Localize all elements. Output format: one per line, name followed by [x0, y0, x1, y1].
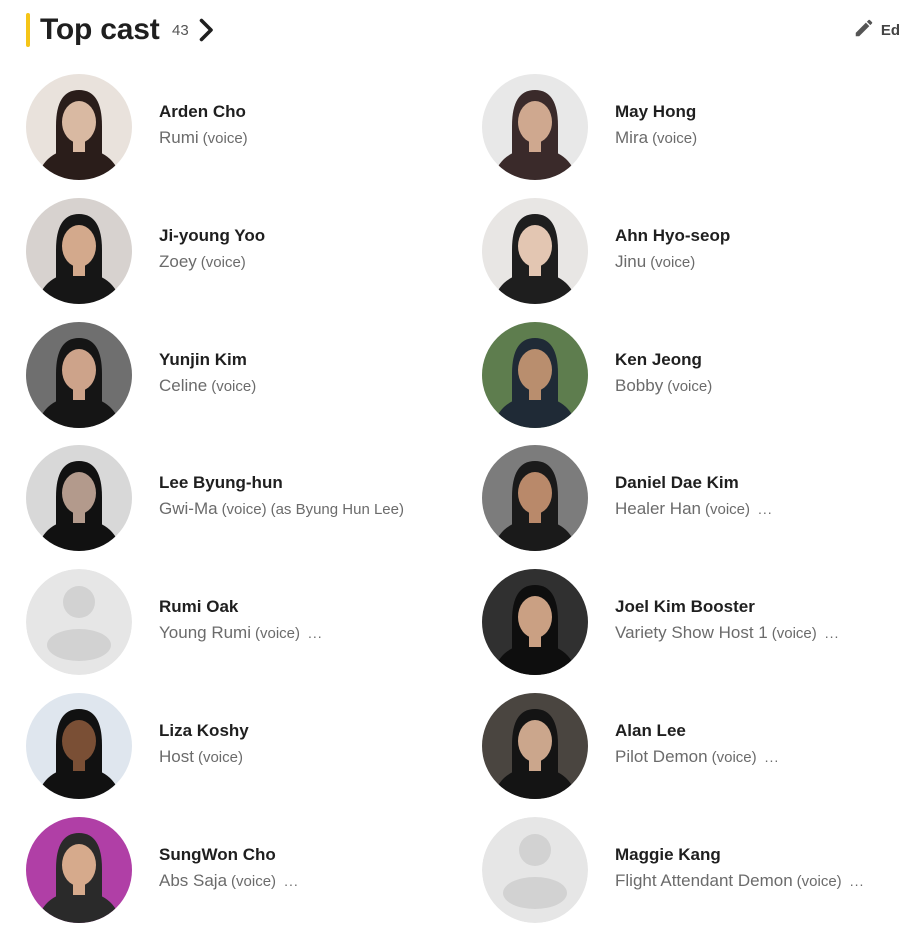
character-name[interactable]: Zoey — [159, 252, 197, 271]
actor-name[interactable]: May Hong — [615, 102, 696, 122]
role-attribute: (voice) — [650, 254, 696, 271]
cast-photo[interactable] — [482, 569, 588, 675]
role-attribute: (voice) — [255, 625, 301, 642]
role-attribute: (voice) — [211, 378, 257, 395]
role-line: Jinu (voice) — [615, 252, 695, 272]
cast-item: Ken Jeong Bobby (voice) — [482, 322, 900, 430]
role-attribute: (voice) — [667, 378, 713, 395]
role-line: Celine (voice) — [159, 376, 256, 396]
character-name[interactable]: Flight Attendant Demon — [615, 871, 793, 890]
edit-label: Ed — [880, 21, 900, 39]
cast-item: Alan Lee Pilot Demon (voice)... — [482, 693, 900, 801]
actor-name[interactable]: Ken Jeong — [615, 350, 702, 370]
character-name[interactable]: Celine — [159, 376, 207, 395]
character-name[interactable]: Abs Saja — [159, 871, 227, 890]
role-line: Zoey (voice) — [159, 252, 246, 272]
actor-name[interactable]: Maggie Kang — [615, 845, 721, 865]
cast-item: Daniel Dae Kim Healer Han (voice)... — [482, 445, 900, 553]
more-roles-ellipsis[interactable]: ... — [758, 501, 773, 517]
more-roles-ellipsis[interactable]: ... — [850, 873, 865, 889]
role-attribute: (voice) — [221, 501, 267, 518]
role-attribute: (voice) — [771, 625, 817, 642]
more-roles-ellipsis[interactable]: ... — [308, 625, 323, 641]
character-name[interactable]: Rumi — [159, 128, 199, 147]
edit-button[interactable]: Ed — [853, 18, 900, 42]
role-attribute: (voice) — [197, 749, 243, 766]
section-title: Top cast — [40, 13, 160, 46]
character-name[interactable]: Healer Han — [615, 499, 701, 518]
cast-item: Ahn Hyo-seop Jinu (voice) — [482, 198, 900, 306]
role-line: Gwi-Ma (voice) (as Byung Hun Lee) — [159, 499, 404, 519]
actor-name[interactable]: Rumi Oak — [159, 597, 238, 617]
cast-count: 43 — [172, 22, 189, 39]
cast-item: Lee Byung-hun Gwi-Ma (voice) (as Byung Hun … — [26, 445, 466, 553]
actor-name[interactable]: Lee Byung-hun — [159, 473, 283, 493]
role-attribute: (voice) — [796, 873, 842, 890]
role-line: Mira (voice) — [615, 128, 697, 148]
role-attribute: (voice) — [200, 254, 246, 271]
actor-name[interactable]: Alan Lee — [615, 721, 686, 741]
character-name[interactable]: Gwi-Ma — [159, 499, 218, 518]
cast-photo[interactable] — [26, 198, 132, 304]
role-attribute: (voice) — [711, 749, 757, 766]
role-attribute: (voice) — [652, 130, 698, 147]
character-name[interactable]: Young Rumi — [159, 623, 251, 642]
role-line: Bobby (voice) — [615, 376, 712, 396]
cast-photo[interactable] — [26, 693, 132, 799]
pencil-icon — [853, 17, 875, 44]
role-line: Healer Han (voice)... — [615, 499, 773, 519]
cast-item: Liza Koshy Host (voice) — [26, 693, 466, 801]
character-name[interactable]: Pilot Demon — [615, 747, 708, 766]
cast-item: Maggie Kang Flight Attendant Demon (voice)… — [482, 817, 900, 925]
accent-bar — [26, 13, 30, 47]
role-line: Young Rumi (voice)... — [159, 623, 323, 643]
cast-photo[interactable] — [26, 322, 132, 428]
character-name[interactable]: Mira — [615, 128, 648, 147]
character-name[interactable]: Host — [159, 747, 194, 766]
role-line: Rumi (voice) — [159, 128, 248, 148]
actor-name[interactable]: Joel Kim Booster — [615, 597, 755, 617]
actor-name[interactable]: Liza Koshy — [159, 721, 249, 741]
actor-name[interactable]: Arden Cho — [159, 102, 246, 122]
actor-name[interactable]: Yunjin Kim — [159, 350, 247, 370]
role-line: Pilot Demon (voice)... — [615, 747, 779, 767]
more-roles-ellipsis[interactable]: ... — [825, 625, 840, 641]
actor-name[interactable]: Ahn Hyo-seop — [615, 226, 730, 246]
more-roles-ellipsis[interactable]: ... — [284, 873, 299, 889]
cast-item: Arden Cho Rumi (voice) — [26, 74, 466, 182]
cast-item: SungWon Cho Abs Saja (voice)... — [26, 817, 466, 925]
role-line: Host (voice) — [159, 747, 243, 767]
cast-photo[interactable] — [26, 817, 132, 923]
cast-photo[interactable] — [482, 198, 588, 304]
role-attribute: (voice) — [231, 873, 277, 890]
role-attribute: (voice) — [202, 130, 248, 147]
role-line: Flight Attendant Demon (voice)... — [615, 871, 864, 891]
character-name[interactable]: Jinu — [615, 252, 646, 271]
cast-photo[interactable] — [26, 74, 132, 180]
avatar-placeholder-icon[interactable] — [26, 569, 132, 675]
cast-photo[interactable] — [482, 445, 588, 551]
cast-photo[interactable] — [482, 74, 588, 180]
cast-item: Ji-young Yoo Zoey (voice) — [26, 198, 466, 306]
actor-name[interactable]: SungWon Cho — [159, 845, 276, 865]
actor-name[interactable]: Ji-young Yoo — [159, 226, 265, 246]
more-roles-ellipsis[interactable]: ... — [765, 749, 780, 765]
cast-item: Rumi Oak Young Rumi (voice)... — [26, 569, 466, 677]
cast-photo[interactable] — [482, 322, 588, 428]
role-attribute: (voice) — [705, 501, 751, 518]
cast-photo[interactable] — [482, 693, 588, 799]
section-header: Top cast 43 Ed — [26, 12, 900, 48]
character-name[interactable]: Bobby — [615, 376, 663, 395]
cast-item: Joel Kim Booster Variety Show Host 1 (voic… — [482, 569, 900, 677]
avatar-placeholder-icon[interactable] — [482, 817, 588, 923]
actor-name[interactable]: Daniel Dae Kim — [615, 473, 739, 493]
cast-item: Yunjin Kim Celine (voice) — [26, 322, 466, 430]
character-name[interactable]: Variety Show Host 1 — [615, 623, 768, 642]
role-line: Abs Saja (voice)... — [159, 871, 299, 891]
role-line: Variety Show Host 1 (voice)... — [615, 623, 839, 643]
role-attribute: (as Byung Hun Lee) — [270, 501, 404, 518]
cast-photo[interactable] — [26, 445, 132, 551]
cast-item: May Hong Mira (voice) — [482, 74, 900, 182]
chevron-right-icon[interactable] — [194, 18, 218, 42]
